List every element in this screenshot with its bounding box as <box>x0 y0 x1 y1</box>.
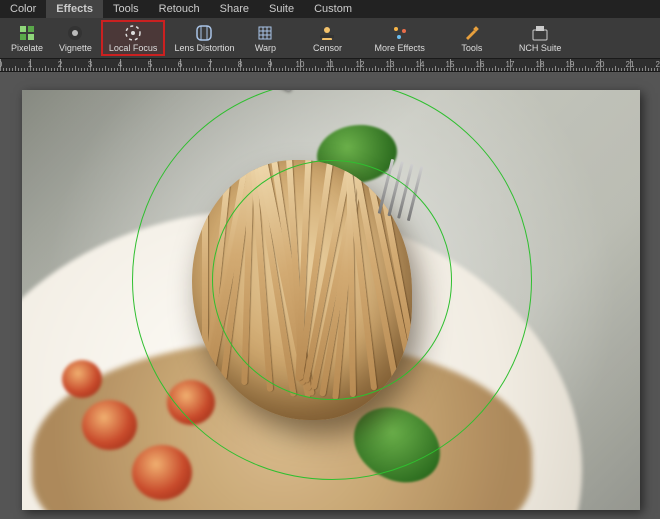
photo-canvas[interactable] <box>22 90 640 510</box>
photo-tomato <box>132 445 192 500</box>
tool-label: Lens Distortion <box>174 43 234 53</box>
ruler-label: 0 <box>0 60 2 69</box>
pixelate-button[interactable]: Pixelate <box>4 20 50 56</box>
menu-effects[interactable]: Effects <box>46 0 103 18</box>
ruler-label: 8 <box>238 60 242 69</box>
lens-distortion-icon <box>195 24 213 42</box>
warp-icon <box>256 24 274 42</box>
tool-label: More Effects <box>374 43 424 53</box>
ruler-label: 2 <box>58 60 62 69</box>
photo-tomato <box>82 400 137 450</box>
menu-bar: ColorEffectsToolsRetouchShareSuiteCustom <box>0 0 660 18</box>
local-focus-icon <box>124 24 142 42</box>
tool-label: Warp <box>255 43 276 53</box>
ruler-label: 9 <box>268 60 272 69</box>
menu-suite[interactable]: Suite <box>259 0 304 18</box>
ruler-label: 1 <box>28 60 32 69</box>
tool-label: Tools <box>461 43 482 53</box>
pixelate-icon <box>18 24 36 42</box>
tool-label: Censor <box>313 43 342 53</box>
censor-icon <box>318 24 336 42</box>
nch-suite-button[interactable]: NCH Suite <box>512 20 569 56</box>
tool-label: Pixelate <box>11 43 43 53</box>
tools-icon <box>463 24 481 42</box>
horizontal-ruler: 012345678910111213141516171819202122 <box>0 58 660 72</box>
censor-button[interactable]: Censor <box>305 20 349 56</box>
more-effects-icon <box>391 24 409 42</box>
nch-suite-icon <box>531 24 549 42</box>
tool-label: Local Focus <box>109 43 158 53</box>
effects-toolbar: Pixelate Vignette Local Focus Lens Distorti… <box>0 18 660 58</box>
menu-retouch[interactable]: Retouch <box>149 0 210 18</box>
ruler-label: 22 <box>656 60 660 69</box>
local-focus-button[interactable]: Local Focus <box>101 20 166 56</box>
ruler-label: 5 <box>148 60 152 69</box>
menu-tools[interactable]: Tools <box>103 0 149 18</box>
ruler-label: 4 <box>118 60 122 69</box>
warp-button[interactable]: Warp <box>243 20 287 56</box>
ruler-label: 7 <box>208 60 212 69</box>
tool-label: NCH Suite <box>519 43 562 53</box>
ruler-label: 3 <box>88 60 92 69</box>
ruler-label: 6 <box>178 60 182 69</box>
tool-label: Vignette <box>59 43 92 53</box>
vignette-button[interactable]: Vignette <box>52 20 99 56</box>
more-effects-button[interactable]: More Effects <box>367 20 431 56</box>
menu-share[interactable]: Share <box>210 0 259 18</box>
canvas-area <box>0 72 660 519</box>
vignette-icon <box>66 24 84 42</box>
menu-custom[interactable]: Custom <box>304 0 362 18</box>
photo-tomato <box>62 360 102 398</box>
tools-button[interactable]: Tools <box>450 20 494 56</box>
lens-distortion-button[interactable]: Lens Distortion <box>167 20 241 56</box>
menu-color[interactable]: Color <box>0 0 46 18</box>
